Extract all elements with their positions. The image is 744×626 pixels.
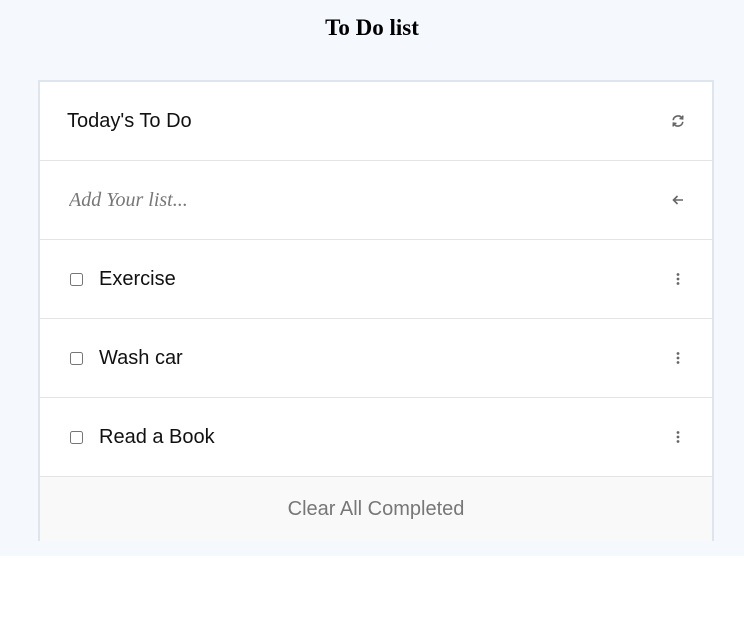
todo-header: Today's To Do [40, 82, 712, 161]
todo-checkbox[interactable] [70, 351, 83, 365]
todo-item: Read a Book [40, 398, 712, 477]
todo-item: Wash car [40, 319, 712, 398]
refresh-icon[interactable] [670, 113, 686, 129]
page-title: To Do list [325, 15, 419, 40]
add-todo-input[interactable] [67, 187, 631, 213]
todo-checkbox[interactable] [70, 430, 83, 444]
clear-completed-button[interactable]: Clear All Completed [40, 477, 712, 541]
more-vertical-icon[interactable] [670, 350, 686, 366]
more-vertical-icon[interactable] [670, 271, 686, 287]
todo-card: Today's To Do Exercise [38, 80, 714, 541]
add-todo-row [40, 161, 712, 240]
todo-item: Exercise [40, 240, 712, 319]
more-vertical-icon[interactable] [670, 429, 686, 445]
todo-item-label: Read a Book [99, 425, 215, 448]
todo-header-title: Today's To Do [67, 109, 192, 132]
arrow-left-icon[interactable] [670, 192, 686, 208]
clear-completed-label: Clear All Completed [287, 497, 465, 520]
todo-item-label: Wash car [99, 346, 183, 369]
todo-checkbox[interactable] [70, 272, 83, 286]
todo-item-label: Exercise [99, 267, 176, 290]
